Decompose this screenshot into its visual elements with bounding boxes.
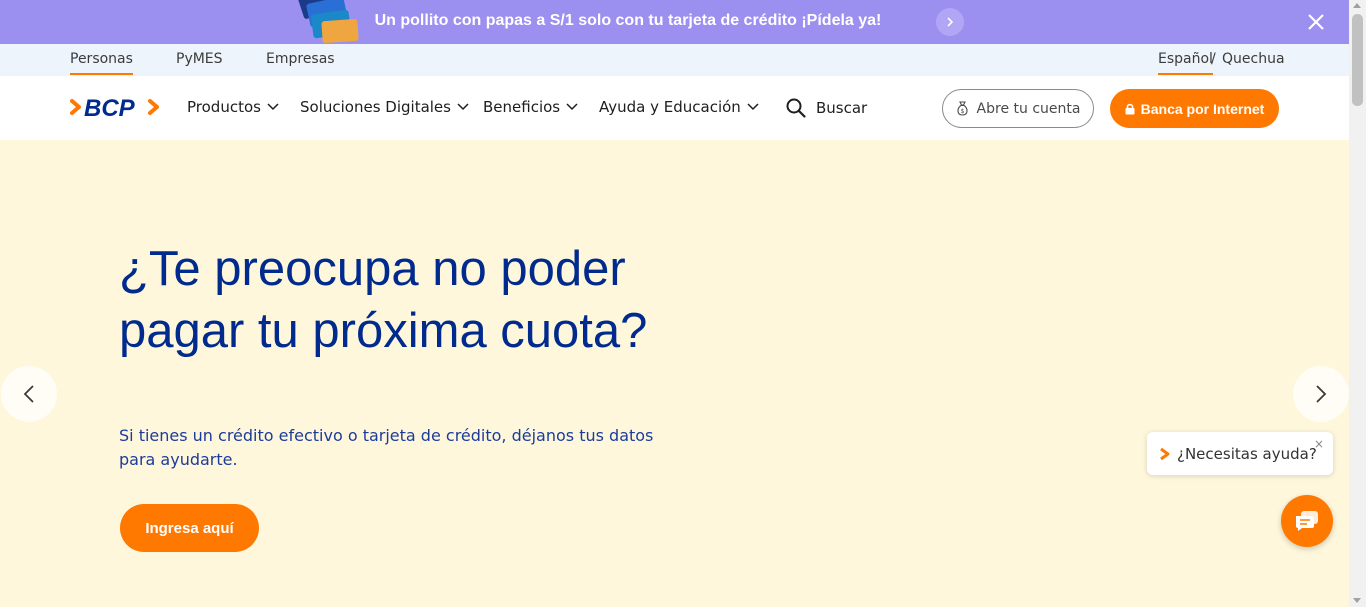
menu-ayuda-educacion[interactable]: Ayuda y Educación xyxy=(599,98,759,116)
language-quechua[interactable]: Quechua xyxy=(1222,51,1285,67)
search-button[interactable]: Buscar xyxy=(786,98,867,118)
language-separator: / xyxy=(1211,51,1216,67)
logo-text: BCP xyxy=(84,95,136,122)
chevron-down-icon xyxy=(457,103,469,111)
chat-button[interactable] xyxy=(1281,495,1333,547)
segment-pymes[interactable]: PyMES xyxy=(176,51,223,67)
bcp-chevron-icon xyxy=(1160,447,1170,460)
open-account-label: Abre tu cuenta xyxy=(976,100,1081,117)
lock-icon xyxy=(1125,103,1135,114)
ingresa-aqui-button[interactable]: Ingresa aquí xyxy=(120,504,259,552)
main-nav: BCP Productos Soluciones Digitales Benef… xyxy=(0,76,1349,140)
scroll-thumb[interactable] xyxy=(1352,14,1363,106)
bcp-logo[interactable]: BCP xyxy=(70,92,166,122)
chevron-down-icon xyxy=(267,103,279,111)
help-bubble[interactable]: ¿Necesitas ayuda? xyxy=(1147,432,1333,475)
vertical-scrollbar[interactable] xyxy=(1349,0,1366,607)
segment-empresas[interactable]: Empresas xyxy=(266,51,335,67)
online-banking-label: Banca por Internet xyxy=(1140,100,1265,117)
close-icon[interactable] xyxy=(1306,12,1326,32)
menu-label: Ayuda y Educación xyxy=(599,98,741,116)
menu-productos[interactable]: Productos xyxy=(187,98,279,116)
promo-banner: Un pollito con papas a S/1 solo con tu t… xyxy=(0,0,1349,44)
carousel-prev-button[interactable] xyxy=(1,366,57,422)
open-account-button[interactable]: $ Abre tu cuenta xyxy=(942,89,1094,128)
menu-label: Beneficios xyxy=(483,98,561,116)
search-icon xyxy=(786,98,806,118)
menu-beneficios[interactable]: Beneficios xyxy=(483,98,578,116)
menu-label: Soluciones Digitales xyxy=(300,98,451,116)
promo-text[interactable]: Un pollito con papas a S/1 solo con tu t… xyxy=(0,12,1256,30)
help-close-icon[interactable]: × xyxy=(1314,437,1324,451)
chevron-right-icon[interactable] xyxy=(936,8,964,36)
scroll-down-arrow-icon[interactable] xyxy=(1353,598,1361,603)
chevron-down-icon xyxy=(566,103,578,111)
menu-soluciones-digitales[interactable]: Soluciones Digitales xyxy=(300,98,469,116)
segment-bar: Personas PyMES Empresas Español / Quechu… xyxy=(0,44,1349,76)
hero-title: ¿Te preocupa no poder pagar tu próxima c… xyxy=(119,242,648,358)
online-banking-button[interactable]: Banca por Internet xyxy=(1110,89,1279,128)
segment-personas[interactable]: Personas xyxy=(70,51,133,75)
chevron-left-icon xyxy=(23,385,34,403)
scroll-up-arrow-icon[interactable] xyxy=(1353,3,1361,8)
money-bag-icon: $ xyxy=(956,101,968,116)
search-label: Buscar xyxy=(816,99,868,117)
chevron-down-icon xyxy=(747,103,759,111)
chevron-right-icon xyxy=(1316,385,1327,403)
menu-label: Productos xyxy=(187,98,261,116)
hero-section: ¿Te preocupa no poder pagar tu próxima c… xyxy=(0,140,1349,607)
svg-text:$: $ xyxy=(960,108,964,115)
hero-subtitle: Si tienes un crédito efectivo o tarjeta … xyxy=(119,426,654,469)
chat-icon xyxy=(1296,511,1318,531)
language-espanol[interactable]: Español xyxy=(1158,51,1213,75)
carousel-next-button[interactable] xyxy=(1293,366,1349,422)
help-bubble-text: ¿Necesitas ayuda? xyxy=(1177,444,1317,463)
